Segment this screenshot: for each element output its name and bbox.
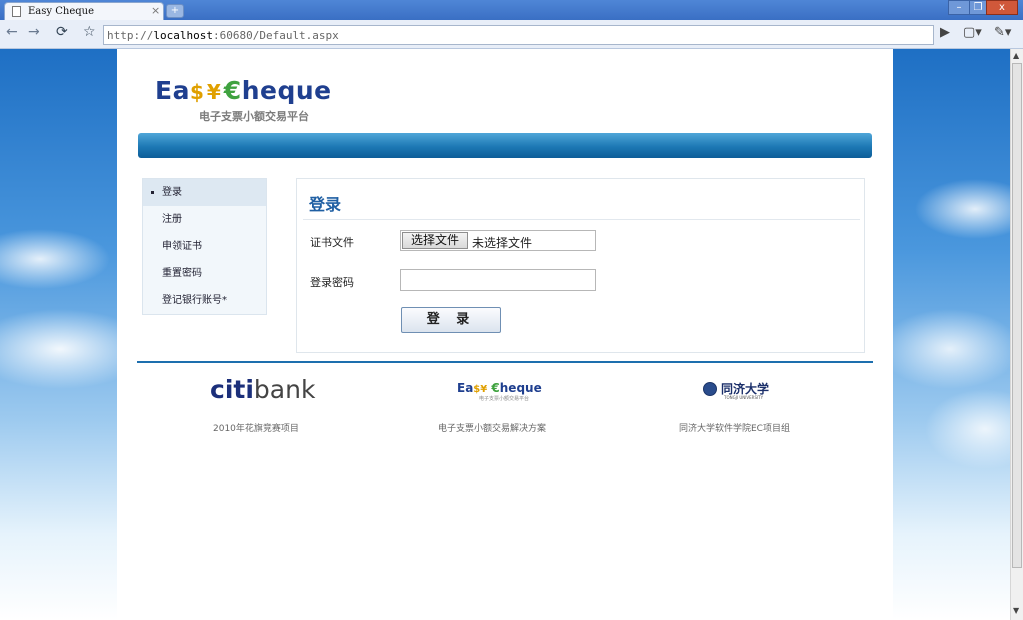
tongji-english-name: TONGJI UNIVERSITY — [724, 395, 764, 400]
certificate-file-label: 证书文件 — [310, 236, 354, 249]
citibank-caption: 2010年花旗竞赛项目 — [213, 424, 299, 434]
login-panel: 登录 证书文件 选择文件 未选择文件 登录密码 登 录 — [296, 178, 865, 353]
login-button[interactable]: 登 录 — [401, 307, 501, 333]
page-icon — [12, 6, 21, 17]
scroll-down-icon[interactable]: ▼ — [1013, 606, 1019, 615]
divider — [303, 219, 860, 220]
site-subtitle: 电子支票小额交易平台 — [199, 110, 309, 123]
forward-icon[interactable]: → — [28, 24, 40, 40]
login-title: 登录 — [309, 195, 342, 214]
certificate-file-input[interactable]: 选择文件 未选择文件 — [400, 230, 596, 251]
close-window-button[interactable]: x — [986, 0, 1018, 15]
footer-divider — [137, 361, 873, 363]
easy-cheque-caption: 电子支票小额交易解决方案 — [438, 424, 547, 434]
choose-file-button[interactable]: 选择文件 — [402, 232, 468, 249]
sidebar-item-label: 重置密码 — [162, 268, 202, 279]
page-menu-icon[interactable]: ▢▾ — [963, 25, 982, 40]
sidebar-item-reset-password[interactable]: 重置密码 — [143, 260, 266, 287]
wrench-menu-icon[interactable]: ✎▾ — [994, 25, 1011, 40]
sidebar-item-label: 登录 — [162, 187, 182, 198]
header-banner — [138, 133, 872, 158]
scroll-up-icon[interactable]: ▲ — [1013, 51, 1019, 60]
tongji-seal-icon — [703, 382, 717, 396]
browser-tab[interactable]: Easy Cheque × — [4, 2, 164, 20]
bookmark-star-icon[interactable]: ☆ — [83, 24, 96, 40]
url-text: http://localhost:60680/Default.aspx — [107, 29, 339, 42]
play-icon[interactable]: ▶ — [940, 25, 950, 40]
address-bar[interactable]: http://localhost:60680/Default.aspx — [103, 25, 934, 45]
bullet-icon — [151, 191, 154, 194]
tongji-caption: 同济大学软件学院EC项目组 — [679, 424, 790, 434]
tab-title: Easy Cheque — [28, 6, 94, 17]
easy-cheque-footer-logo: Ea$¥ €heque — [457, 381, 542, 395]
browser-toolbar: ← → ⟳ ☆ http://localhost:60680/Default.a… — [0, 20, 1023, 49]
sidebar-item-label: 申领证书 — [162, 241, 202, 252]
file-status-text: 未选择文件 — [472, 236, 533, 250]
minimize-button[interactable]: – — [948, 0, 970, 15]
sidebar-item-label: 注册 — [162, 214, 182, 225]
sidebar-item-label: 登记银行账号* — [162, 295, 227, 306]
restore-button[interactable]: ❐ — [969, 0, 987, 15]
password-label: 登录密码 — [310, 276, 354, 289]
sidebar-item-bank-account[interactable]: 登记银行账号* — [143, 287, 266, 314]
close-tab-icon[interactable]: × — [151, 4, 160, 17]
sidebar-item-login[interactable]: 登录 — [143, 179, 266, 206]
easy-cheque-footer-subtitle: 电子支票小额交易平台 — [479, 396, 530, 402]
sidebar-item-apply-certificate[interactable]: 申领证书 — [143, 233, 266, 260]
site-logo[interactable]: Ea$¥€heque — [155, 76, 332, 105]
sidebar-item-register[interactable]: 注册 — [143, 206, 266, 233]
page-viewport: Ea$¥€heque 电子支票小额交易平台 登录 注册 申领证书 重置密码 登记… — [0, 49, 1010, 620]
browser-titlebar: Easy Cheque × + – ❐ x — [0, 0, 1023, 20]
scroll-thumb[interactable] — [1012, 63, 1022, 568]
vertical-scrollbar[interactable]: ▲ ▼ — [1010, 49, 1023, 620]
page-container: Ea$¥€heque 电子支票小额交易平台 登录 注册 申领证书 重置密码 登记… — [117, 49, 893, 620]
back-icon[interactable]: ← — [6, 24, 18, 40]
new-tab-button[interactable]: + — [166, 4, 184, 18]
password-field[interactable] — [400, 269, 596, 291]
citibank-logo: citibank — [210, 375, 316, 404]
reload-icon[interactable]: ⟳ — [56, 24, 68, 40]
side-nav: 登录 注册 申领证书 重置密码 登记银行账号* — [142, 178, 267, 315]
